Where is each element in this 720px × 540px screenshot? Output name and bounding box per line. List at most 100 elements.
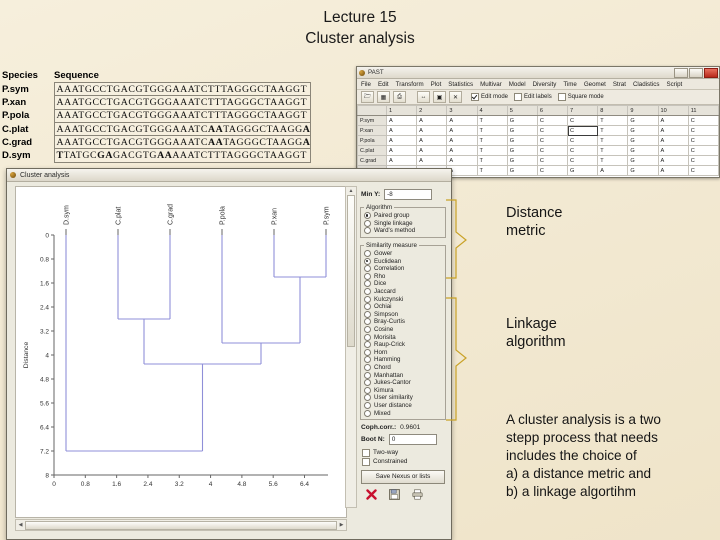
sheet-cell[interactable]: C [567, 125, 599, 136]
menu-item-transform[interactable]: Transform [396, 81, 424, 88]
sheet-cell[interactable]: G [506, 135, 538, 146]
delete-icon[interactable]: ✕ [449, 91, 462, 103]
sheet-cell[interactable]: G [627, 125, 659, 136]
sheet-cell[interactable]: A [657, 145, 689, 156]
close-red-x-icon[interactable] [365, 489, 378, 501]
sheet-cell[interactable]: A [446, 125, 478, 136]
sheet-cell[interactable]: C [687, 125, 719, 136]
menu-item-script[interactable]: Script [666, 81, 682, 88]
sheet-cell[interactable]: A [657, 125, 689, 136]
scroll-right-icon[interactable]: ▶ [337, 521, 346, 529]
sheet-cell[interactable]: T [597, 135, 629, 146]
sheet-cell[interactable]: A [446, 115, 478, 126]
past-menu-bar[interactable]: File Edit Transform Plot Statistics Multivar M… [357, 79, 719, 90]
min-y-row[interactable]: Min Y: -8 [361, 189, 447, 200]
plot-horizontal-scrollbar[interactable]: ◀ ▶ [15, 519, 347, 531]
sheet-row-header[interactable]: P.sym [357, 115, 387, 126]
menu-item-file[interactable]: File [361, 81, 371, 88]
similarity-option-raup-crick[interactable]: Raup-Crick [364, 341, 443, 349]
save-nexus-button[interactable]: Save Nexus or lists [361, 469, 445, 484]
vscroll-thumb[interactable] [347, 195, 355, 347]
radio-icon[interactable] [364, 386, 371, 394]
cluster-bottom-icons[interactable] [365, 489, 447, 501]
sheet-cell[interactable]: A [446, 135, 478, 146]
sheet-column-header[interactable]: 1 [385, 105, 418, 116]
menu-item-model[interactable]: Model [509, 81, 526, 88]
similarity-option-user-distance[interactable]: User distance [364, 401, 443, 410]
similarity-option-kimura[interactable]: Kimura [364, 386, 443, 394]
sheet-column-header[interactable]: 8 [597, 105, 629, 116]
plot-vertical-scrollbar[interactable]: ▲ [345, 186, 357, 508]
radio-icon[interactable] [364, 333, 371, 341]
sheet-cell[interactable]: A [657, 165, 689, 176]
cut-columns-icon[interactable]: ↔ [417, 91, 430, 103]
sheet-column-header[interactable]: 3 [446, 105, 478, 116]
radio-icon[interactable] [364, 348, 371, 356]
past-title-bar[interactable]: PAST [357, 67, 719, 79]
save-image-icon[interactable] [388, 489, 401, 501]
minimize-icon[interactable] [674, 68, 688, 78]
radio-icon[interactable] [364, 379, 371, 387]
cluster-checkbox-constrained[interactable]: Constrained [362, 457, 447, 466]
sheet-cell[interactable]: C [687, 165, 719, 176]
sheet-cell[interactable]: T [476, 145, 508, 156]
algorithm-option-single-linkage[interactable]: Single linkage [364, 219, 443, 228]
cluster-checkbox-two-way[interactable]: Two-way [362, 448, 447, 457]
radio-icon[interactable] [364, 363, 371, 371]
sheet-cell[interactable]: G [506, 125, 538, 136]
sheet-column-header[interactable]: 2 [416, 105, 448, 116]
sheet-cell[interactable]: A [416, 115, 448, 126]
sheet-cell[interactable]: T [597, 155, 629, 166]
sheet-cell[interactable]: A [385, 145, 418, 156]
past-application-window[interactable]: PAST File Edit Transform Plot Statistics Mult… [356, 66, 720, 178]
checkbox-icon[interactable] [471, 93, 479, 101]
radio-icon[interactable] [364, 212, 371, 220]
menu-item-statistics[interactable]: Statistics [448, 81, 473, 88]
sheet-row-header[interactable]: C.grad [357, 155, 387, 166]
maximize-icon[interactable] [689, 68, 703, 78]
sheet-cell[interactable]: T [476, 135, 508, 146]
toolbar-checkbox-square-mode[interactable]: Square mode [557, 93, 604, 101]
sheet-cell[interactable]: T [476, 125, 508, 136]
window-controls[interactable] [674, 68, 718, 78]
boot-n-input[interactable]: 0 [388, 433, 437, 445]
sheet-cell[interactable]: A [597, 165, 629, 176]
sheet-cell[interactable]: C [687, 115, 719, 126]
sheet-row[interactable]: P.pola A A A T G C C T G A C [357, 135, 719, 146]
sheet-cell[interactable]: G [506, 145, 538, 156]
boot-n-row[interactable]: Boot N: 0 [361, 433, 447, 445]
sheet-row-header[interactable]: P.pola [357, 135, 387, 146]
paste-icon[interactable]: ▣ [433, 91, 446, 103]
similarity-option-morisita[interactable]: Morisita [364, 333, 443, 341]
similarity-option-jaccard[interactable]: Jaccard [364, 288, 443, 296]
radio-icon[interactable] [364, 288, 371, 296]
sheet-cell[interactable]: A [446, 155, 478, 166]
sheet-cell[interactable]: A [657, 135, 689, 146]
sheet-cell[interactable]: T [597, 145, 629, 156]
toolbar-checkbox-edit-mode[interactable]: Edit mode [471, 93, 508, 101]
menu-item-cladistics[interactable]: Cladistics [633, 81, 659, 88]
scroll-left-icon[interactable]: ◀ [16, 521, 25, 529]
sheet-row[interactable]: P.xan A A A T G C C T G A C [357, 125, 719, 136]
radio-icon[interactable] [364, 401, 371, 409]
sheet-column-header[interactable]: 9 [627, 105, 659, 116]
menu-item-multivar[interactable]: Multivar [480, 81, 502, 88]
checkbox-icon[interactable] [514, 93, 523, 101]
hscroll-thumb[interactable] [25, 520, 337, 530]
sheet-cell[interactable]: A [416, 125, 448, 136]
sheet-cell[interactable]: C [536, 125, 569, 136]
radio-icon[interactable] [364, 356, 371, 364]
sheet-cell[interactable]: G [506, 115, 538, 126]
sheet-cell[interactable]: A [385, 155, 418, 166]
sheet-cell[interactable]: A [657, 155, 689, 166]
sheet-cell[interactable]: C [536, 115, 569, 126]
sheet-cell[interactable]: C [567, 155, 599, 166]
sheet-cell[interactable]: A [385, 125, 418, 136]
sheet-cell[interactable]: C [536, 135, 569, 146]
checkbox-icon[interactable] [557, 93, 566, 101]
similarity-option-manhattan[interactable]: Manhattan [364, 371, 443, 379]
similarity-option-dice[interactable]: Dice [364, 280, 443, 288]
sheet-cell[interactable]: G [627, 165, 659, 176]
cluster-analysis-window[interactable]: Cluster analysis 0 0.8 1.6 2.4 3.2 4 4.8 5.6 6.4… [6, 168, 452, 540]
sheet-cell[interactable]: G [506, 155, 538, 166]
